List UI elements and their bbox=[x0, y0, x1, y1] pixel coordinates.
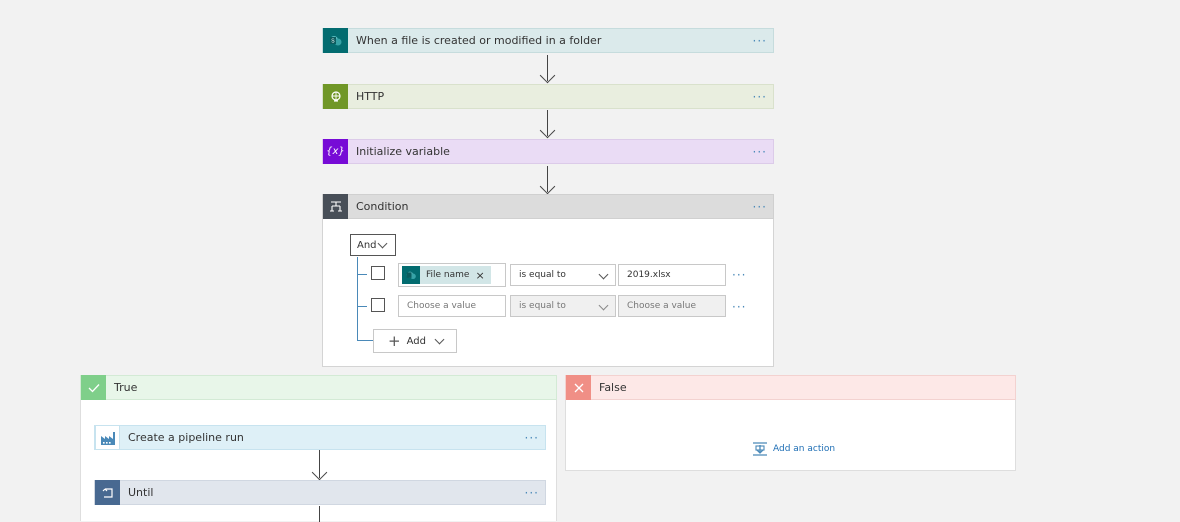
until-more-button[interactable]: ··· bbox=[525, 486, 539, 500]
sharepoint-icon bbox=[402, 266, 420, 284]
row-2-more-button[interactable]: ··· bbox=[732, 300, 746, 314]
row-2-checkbox[interactable] bbox=[371, 298, 385, 312]
until-title: Until bbox=[128, 486, 154, 499]
create-pipeline-run-card[interactable]: Create a pipeline run ··· bbox=[94, 425, 546, 450]
condition-card: Condition ··· And File name × is equal t… bbox=[322, 194, 774, 367]
chevron-down-icon bbox=[434, 334, 445, 344]
true-branch: True Create a pipeline run ··· Until ··· bbox=[80, 375, 557, 522]
condition-more-button[interactable]: ··· bbox=[753, 200, 767, 214]
row-2-operator-dropdown[interactable]: is equal to bbox=[510, 295, 616, 317]
false-branch-label: False bbox=[599, 381, 627, 394]
chevron-down-icon bbox=[377, 238, 388, 249]
add-an-action-label: Add an action bbox=[773, 444, 836, 454]
file-name-token-label: File name bbox=[426, 270, 470, 280]
sharepoint-icon: S bbox=[323, 28, 348, 53]
trigger-title: When a file is created or modified in a … bbox=[356, 34, 602, 47]
true-branch-label: True bbox=[114, 381, 138, 394]
flow-arrow bbox=[311, 450, 328, 481]
row-1-checkbox[interactable] bbox=[371, 266, 385, 280]
row-2-right-value[interactable]: Choose a value bbox=[618, 295, 726, 317]
file-name-token[interactable]: File name × bbox=[402, 266, 491, 284]
row-1-right-value[interactable]: 2019.xlsx bbox=[618, 264, 726, 286]
tree-line bbox=[357, 257, 358, 340]
until-card[interactable]: Until ··· bbox=[94, 480, 546, 505]
add-action-icon bbox=[752, 441, 768, 457]
flow-connector bbox=[319, 506, 321, 522]
close-icon bbox=[566, 375, 591, 400]
condition-header[interactable]: Condition ··· bbox=[322, 194, 774, 219]
tree-branch bbox=[357, 306, 367, 307]
row-1-more-button[interactable]: ··· bbox=[732, 268, 746, 282]
checkmark-icon bbox=[81, 375, 106, 400]
group-operator-label: And bbox=[357, 239, 377, 251]
create-pipeline-run-more-button[interactable]: ··· bbox=[525, 431, 539, 445]
false-branch: False Add an action bbox=[565, 375, 1016, 471]
add-button[interactable]: + Add bbox=[373, 329, 457, 353]
group-operator-dropdown[interactable]: And bbox=[350, 234, 396, 256]
plus-icon: + bbox=[388, 331, 401, 350]
tree-branch bbox=[357, 340, 373, 341]
trigger-card[interactable]: S When a file is created or modified in … bbox=[322, 28, 774, 54]
initialize-variable-card[interactable]: {x} Initialize variable ··· bbox=[322, 139, 774, 165]
row-1-left-value[interactable]: File name × bbox=[398, 263, 506, 287]
true-branch-header[interactable]: True bbox=[80, 375, 557, 400]
false-branch-header[interactable]: False bbox=[565, 375, 1016, 400]
condition-title: Condition bbox=[356, 200, 409, 213]
row-2-operator-label: is equal to bbox=[519, 301, 566, 311]
initialize-variable-more-button[interactable]: ··· bbox=[753, 145, 767, 159]
row-1-operator-label: is equal to bbox=[519, 270, 566, 280]
row-1-operator-dropdown[interactable]: is equal to bbox=[510, 264, 616, 286]
chevron-down-icon bbox=[598, 300, 609, 311]
add-an-action-link[interactable]: Add an action bbox=[752, 441, 835, 457]
row-1-right-value-text: 2019.xlsx bbox=[627, 270, 671, 280]
flow-arrow bbox=[539, 110, 556, 139]
add-button-label: Add bbox=[406, 335, 426, 347]
flow-arrow bbox=[539, 55, 556, 84]
loop-icon bbox=[95, 480, 120, 505]
http-more-button[interactable]: ··· bbox=[753, 90, 767, 104]
trigger-more-button[interactable]: ··· bbox=[753, 34, 767, 48]
row-2-left-value[interactable]: Choose a value bbox=[398, 295, 506, 317]
create-pipeline-run-title: Create a pipeline run bbox=[128, 431, 244, 444]
initialize-variable-title: Initialize variable bbox=[356, 145, 450, 158]
condition-icon bbox=[323, 194, 348, 219]
row-2-right-placeholder: Choose a value bbox=[627, 301, 697, 311]
http-card[interactable]: HTTP ··· bbox=[322, 84, 774, 110]
flow-arrow bbox=[539, 166, 556, 195]
variable-icon: {x} bbox=[323, 139, 348, 164]
row-2-left-placeholder: Choose a value bbox=[407, 301, 477, 311]
data-factory-icon bbox=[95, 425, 120, 450]
http-title: HTTP bbox=[356, 90, 385, 103]
tree-branch bbox=[357, 274, 367, 275]
globe-icon bbox=[323, 84, 348, 109]
chevron-down-icon bbox=[598, 269, 609, 280]
remove-token-icon[interactable]: × bbox=[475, 269, 484, 282]
